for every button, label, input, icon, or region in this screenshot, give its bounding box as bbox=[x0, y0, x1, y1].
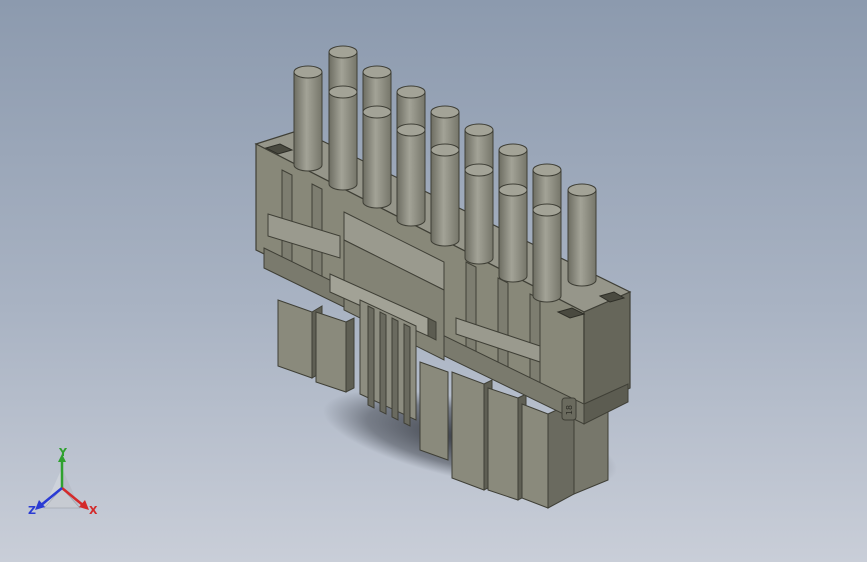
z-axis-arrow-icon bbox=[35, 500, 45, 510]
graphics-viewport[interactable]: 18 Y X Z bbox=[0, 0, 867, 562]
part-mark: 18 bbox=[561, 397, 577, 421]
contact-pin bbox=[567, 183, 597, 287]
x-axis-arrow-icon bbox=[79, 500, 89, 510]
contact-pin bbox=[328, 85, 358, 191]
contact-pin bbox=[464, 163, 494, 265]
y-axis-label: Y bbox=[59, 446, 67, 459]
contact-pin bbox=[362, 105, 392, 209]
z-axis-label: Z bbox=[28, 504, 36, 517]
x-axis-label: X bbox=[89, 504, 98, 517]
svg-text:18: 18 bbox=[565, 405, 574, 415]
contact-pin bbox=[430, 143, 460, 247]
contact-pin bbox=[532, 203, 562, 303]
contact-pin bbox=[293, 65, 323, 172]
contact-pin bbox=[396, 123, 426, 227]
orientation-triad[interactable]: Y X Z bbox=[22, 446, 112, 526]
contact-pin bbox=[498, 183, 528, 283]
connector-3d-model[interactable]: 18 bbox=[0, 0, 867, 562]
